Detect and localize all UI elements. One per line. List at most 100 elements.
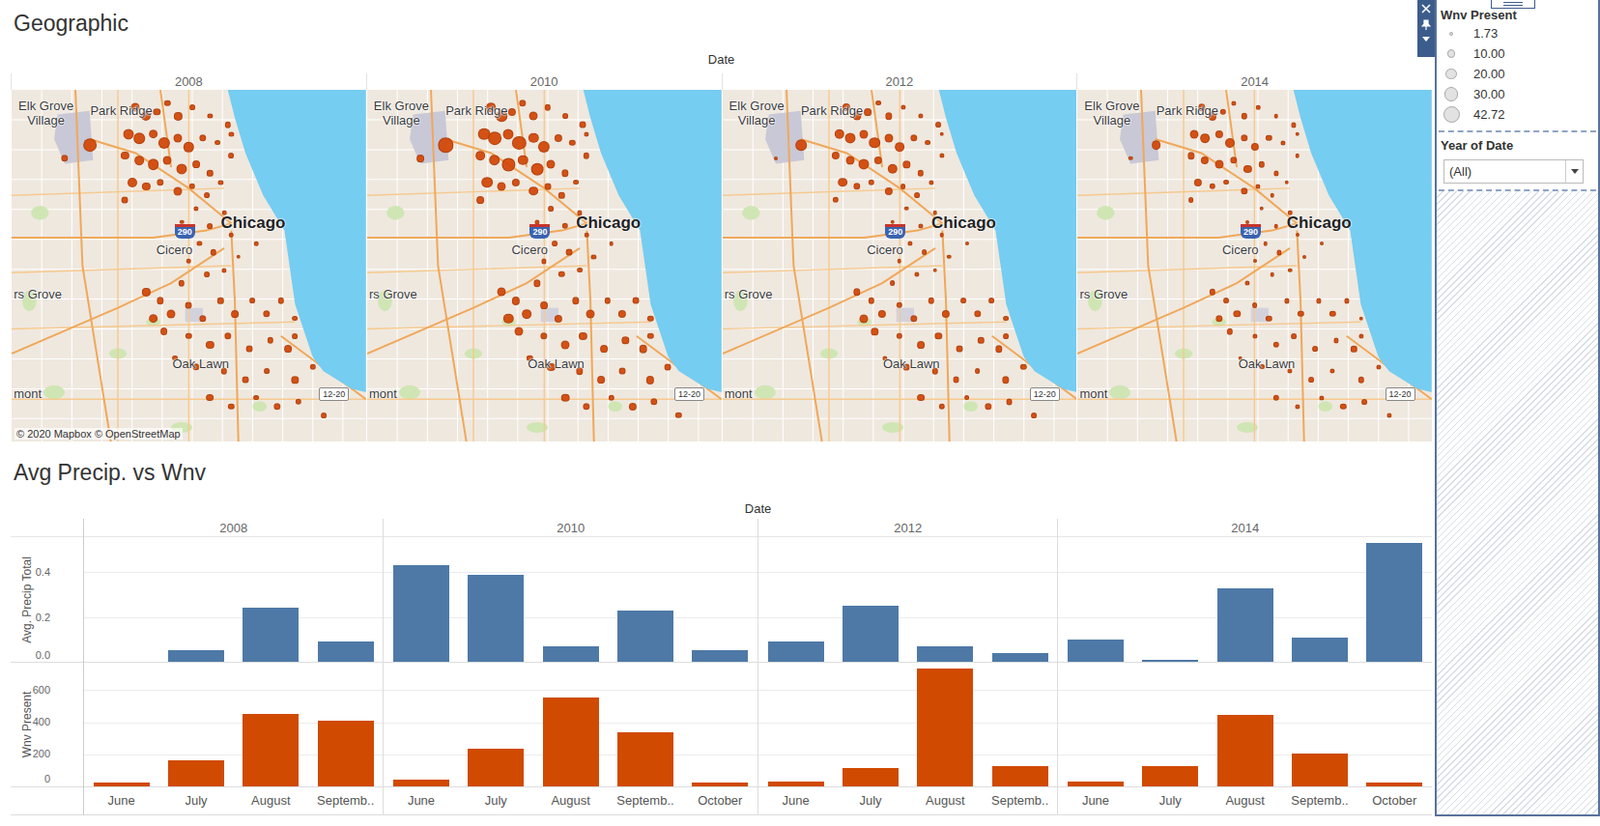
trap-dot[interactable] <box>197 241 202 247</box>
trap-dot[interactable] <box>1340 402 1346 409</box>
trap-dot[interactable] <box>1295 232 1300 237</box>
trap-dot[interactable] <box>475 150 486 161</box>
trap-dot[interactable] <box>1350 345 1357 352</box>
trap-dot[interactable] <box>228 232 234 238</box>
trap-dot[interactable] <box>916 394 925 402</box>
trap-dot[interactable] <box>894 142 905 152</box>
bar[interactable] <box>393 565 450 662</box>
trap-dot[interactable] <box>267 337 274 343</box>
map-panel[interactable]: Elk Grove VillagePark RidgeChicagoCicero… <box>721 89 1078 442</box>
trap-dot[interactable] <box>320 412 327 419</box>
trap-dot[interactable] <box>910 134 917 142</box>
trap-dot[interactable] <box>859 314 869 323</box>
trap-dot[interactable] <box>176 163 188 174</box>
trap-dot[interactable] <box>291 376 299 384</box>
trap-dot[interactable] <box>914 272 920 278</box>
bar[interactable] <box>617 610 674 662</box>
trap-dot[interactable] <box>497 182 507 192</box>
bar[interactable] <box>916 646 973 662</box>
trap-dot[interactable] <box>897 258 903 264</box>
trap-dot[interactable] <box>533 280 541 287</box>
trap-dot[interactable] <box>600 345 609 354</box>
trap-dot[interactable] <box>853 182 860 190</box>
trap-dot[interactable] <box>554 314 563 322</box>
trap-dot[interactable] <box>1020 363 1027 370</box>
bar[interactable] <box>691 782 748 787</box>
trap-dot[interactable] <box>579 121 587 129</box>
trap-dot[interactable] <box>646 375 655 384</box>
map-panel[interactable]: Elk Grove VillagePark RidgeChicagoCicero… <box>366 89 722 442</box>
trap-dot[interactable] <box>974 368 981 374</box>
trap-dot[interactable] <box>650 398 658 405</box>
trap-dot[interactable] <box>935 332 943 340</box>
bar[interactable] <box>691 650 748 662</box>
trap-dot[interactable] <box>831 151 840 160</box>
trap-dot[interactable] <box>1223 179 1229 186</box>
menu-arrow-icon[interactable] <box>1422 36 1430 42</box>
bar[interactable] <box>768 781 825 787</box>
trap-dot[interactable] <box>916 341 925 349</box>
year-dropdown[interactable]: (All) <box>1443 159 1584 184</box>
trap-dot[interactable] <box>1330 369 1336 374</box>
bar[interactable] <box>1217 588 1274 662</box>
trap-dot[interactable] <box>868 137 881 149</box>
trap-dot[interactable] <box>1215 129 1224 138</box>
trap-dot[interactable] <box>228 131 234 137</box>
trap-dot[interactable] <box>263 368 270 374</box>
trap-dot[interactable] <box>597 375 605 384</box>
trap-dot[interactable] <box>1312 346 1318 353</box>
trap-dot[interactable] <box>628 401 637 410</box>
trap-dot[interactable] <box>609 241 615 247</box>
trap-dot[interactable] <box>1265 135 1272 142</box>
trap-dot[interactable] <box>512 177 520 186</box>
trap-dot[interactable] <box>514 327 524 337</box>
trap-dot[interactable] <box>1005 399 1013 406</box>
trap-dot[interactable] <box>917 223 923 229</box>
trap-dot[interactable] <box>1358 315 1364 321</box>
trap-dot[interactable] <box>1259 206 1265 212</box>
trap-dot[interactable] <box>1002 315 1009 322</box>
trap-dot[interactable] <box>487 131 502 145</box>
trap-dot[interactable] <box>935 121 942 128</box>
trap-dot[interactable] <box>543 183 551 191</box>
trap-dot[interactable] <box>156 178 164 186</box>
trap-dot[interactable] <box>773 156 778 161</box>
trap-dot[interactable] <box>1151 140 1162 150</box>
trap-dot[interactable] <box>1386 412 1392 418</box>
trap-dot[interactable] <box>179 219 185 225</box>
trap-dot[interactable] <box>561 393 571 402</box>
trap-dot[interactable] <box>121 196 129 203</box>
bar[interactable] <box>1217 714 1274 787</box>
trap-dot[interactable] <box>291 315 298 322</box>
trap-dot[interactable] <box>199 134 206 142</box>
trap-dot[interactable] <box>1273 171 1279 176</box>
trap-dot[interactable] <box>664 363 672 371</box>
bar[interactable] <box>1142 659 1199 662</box>
trap-dot[interactable] <box>189 104 196 111</box>
trap-dot[interactable] <box>896 333 903 340</box>
trap-dot[interactable] <box>1230 100 1236 106</box>
trap-dot[interactable] <box>845 155 855 165</box>
trap-dot[interactable] <box>205 394 214 402</box>
bar[interactable] <box>842 768 899 787</box>
trap-dot[interactable] <box>291 333 298 340</box>
trap-dot[interactable] <box>1262 241 1268 247</box>
trap-dot[interactable] <box>940 131 945 137</box>
trap-dot[interactable] <box>952 376 960 384</box>
trap-dot[interactable] <box>569 139 575 145</box>
trap-dot[interactable] <box>1219 109 1226 115</box>
trap-dot[interactable] <box>889 219 895 225</box>
trap-dot[interactable] <box>604 297 611 304</box>
trap-dot[interactable] <box>1315 298 1321 304</box>
trap-dot[interactable] <box>1290 122 1296 128</box>
trap-dot[interactable] <box>939 402 945 409</box>
trap-dot[interactable] <box>1287 267 1293 273</box>
trap-dot[interactable] <box>910 314 917 322</box>
bar[interactable] <box>317 641 374 662</box>
trap-dot[interactable] <box>583 152 590 159</box>
map-panel[interactable]: Elk Grove VillagePark RidgeChicagoCicero… <box>10 89 367 442</box>
trap-dot[interactable] <box>1329 311 1336 317</box>
trap-dot[interactable] <box>940 232 945 238</box>
bar[interactable] <box>242 714 299 787</box>
trap-dot[interactable] <box>964 395 971 401</box>
